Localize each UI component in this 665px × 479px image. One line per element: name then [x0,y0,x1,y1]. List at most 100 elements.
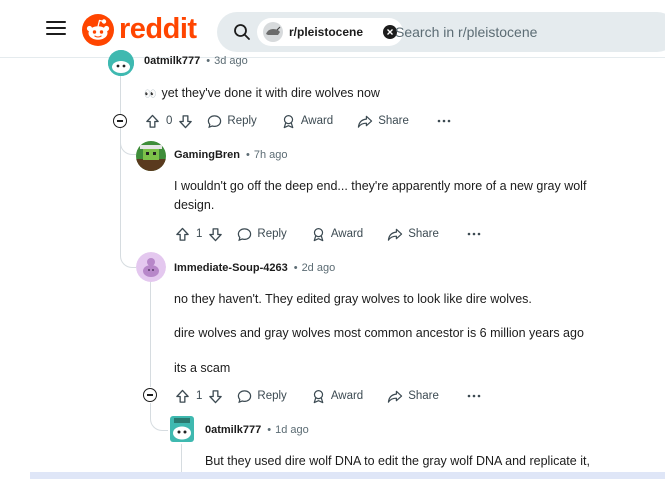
reply-icon [208,114,222,128]
comment-meta: 0atmilk777 • 1d ago [205,424,309,436]
thread-elbow [150,403,168,431]
award-label: Award [300,115,334,127]
vote-count: 1 [196,390,203,402]
downvote-button[interactable] [208,389,223,404]
comment-username[interactable]: GamingBren [174,149,240,161]
upvote-icon [176,389,189,403]
thread-elbow [120,240,136,268]
comment-paragraph: I wouldn't go off the deep end... they'r… [174,179,587,193]
comment-time[interactable]: 3d ago [214,55,248,67]
avatar[interactable] [168,414,196,444]
reply-label: Reply [257,390,287,402]
collapse-thread-button[interactable] [143,388,157,402]
share-label: Share [408,390,439,402]
downvote-button[interactable] [208,227,223,242]
comment-actions: 0 Reply Award Share [145,111,451,131]
top-header: reddit r/pleistocene [0,0,665,58]
share-icon [358,115,373,128]
reddit-logo[interactable]: reddit [82,12,197,46]
vote-count: 0 [166,115,173,127]
vote-count: 1 [196,228,203,240]
upvote-button[interactable] [175,389,190,404]
search-input[interactable] [395,22,655,42]
reply-icon [238,227,252,241]
reply-button[interactable]: Reply [237,227,287,242]
more-dots-icon [467,232,481,236]
logo-text: reddit [119,12,197,45]
share-button[interactable]: Share [387,227,439,242]
more-dots-icon [467,394,481,398]
comment-paragraph: yet they've done it with dire wolves now [161,86,380,100]
comment-username[interactable]: 0atmilk777 [205,424,261,436]
meta-separator: • [206,55,211,67]
meta-separator: • [267,424,272,436]
award-label: Award [330,390,364,402]
avatar[interactable] [136,252,166,282]
award-button[interactable]: Award [281,114,333,129]
share-icon [388,228,403,241]
comment-time[interactable]: 1d ago [275,424,309,436]
comment-paragraph: design. [174,198,215,212]
reddit-snoo-icon [82,14,114,46]
award-icon [313,227,324,241]
meta-separator: • [293,262,298,274]
share-label: Share [408,228,439,240]
avatar[interactable] [108,50,134,76]
snoo-avatar-icon [136,252,166,282]
award-icon [313,389,324,403]
reply-button[interactable]: Reply [237,389,287,404]
menu-icon[interactable] [46,20,66,36]
search-bar[interactable]: r/pleistocene [217,12,665,52]
downvote-icon [209,227,223,241]
comment-username[interactable]: 0atmilk777 [144,55,200,67]
upvote-icon [176,227,189,241]
award-button[interactable]: Award [311,227,363,242]
comment-paragraph: no they haven't. They edited gray wolves… [174,292,532,306]
reply-button[interactable]: Reply [207,114,257,129]
reply-label: Reply [227,115,257,127]
subreddit-avatar-icon [263,22,283,42]
thread-line [150,280,151,387]
comment-time[interactable]: 2d ago [302,262,336,274]
award-icon [283,114,294,128]
more-options-button[interactable] [467,232,481,236]
reply-icon [238,389,252,403]
share-button[interactable]: Share [357,114,409,129]
more-options-button[interactable] [437,119,451,123]
comment-paragraph: dire wolves and gray wolves most common … [174,326,584,340]
horizontal-scrollbar[interactable] [30,472,665,479]
upvote-icon [146,114,159,128]
comment-meta: 0atmilk777 • 3d ago [144,55,248,67]
meta-separator: • [246,149,250,161]
more-dots-icon [437,119,451,123]
reply-label: Reply [257,228,287,240]
award-label: Award [330,228,364,240]
avatar[interactable] [136,141,166,171]
comment-meta: Immediate-Soup-4263 • 2d ago [174,262,335,274]
search-icon [234,24,250,40]
subreddit-chip[interactable]: r/pleistocene [257,18,403,46]
comment-time[interactable]: 7h ago [254,149,288,161]
upvote-button[interactable] [175,227,190,242]
subreddit-chip-label: r/pleistocene [289,25,364,39]
comment-username[interactable]: Immediate-Soup-4263 [174,262,288,274]
downvote-icon [179,114,193,128]
award-button[interactable]: Award [311,389,363,404]
comment-meta: GamingBren • 7h ago [174,149,288,161]
snoo-avatar-icon [170,416,194,442]
downvote-icon [209,389,223,403]
comment-actions: 1 Reply Award Share [175,386,481,406]
downvote-button[interactable] [178,114,193,129]
share-button[interactable]: Share [387,389,439,404]
thread-elbow [120,128,136,155]
comment-paragraph: its a scam [174,361,231,375]
comment-paragraph: But they used dire wolf DNA to edit the … [205,454,590,468]
eyes-emoji-icon: 👀 [144,89,157,100]
snoo-avatar-icon [108,50,134,76]
collapse-thread-button[interactable] [113,114,127,128]
share-icon [388,390,403,403]
upvote-button[interactable] [145,114,160,129]
comment-actions: 1 Reply Award Share [175,224,481,244]
more-options-button[interactable] [467,394,481,398]
snoo-avatar-icon [136,141,166,171]
